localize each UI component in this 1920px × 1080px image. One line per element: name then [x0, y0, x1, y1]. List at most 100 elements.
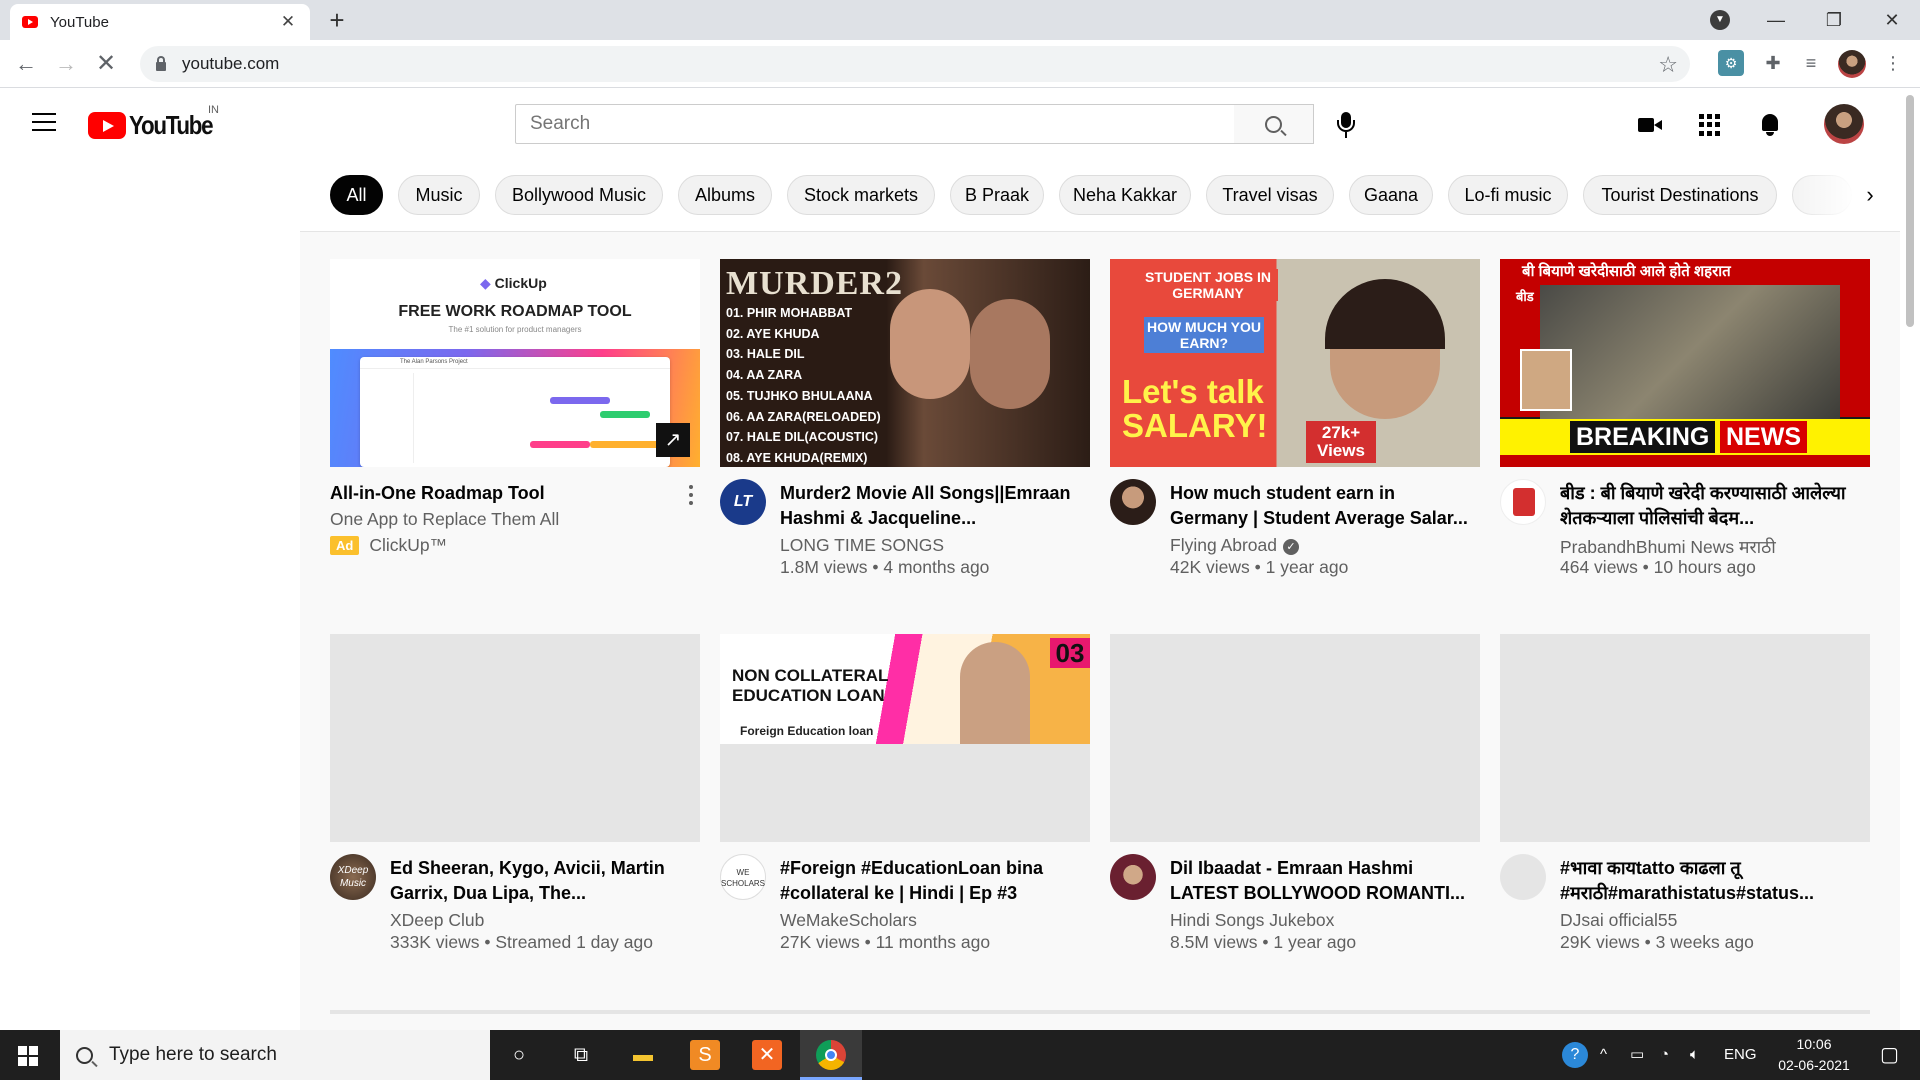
back-arrow-icon[interactable]: ← [12, 50, 40, 78]
battery-icon[interactable]: ▭ [1630, 1030, 1644, 1080]
video-thumbnail[interactable]: STUDENT JOBS IN GERMANY HOW MUCH YOU EAR… [1110, 259, 1480, 467]
chrome-taskbar-button[interactable] [800, 1030, 862, 1080]
bookmark-star-icon[interactable]: ☆ [1658, 52, 1678, 78]
windows-start-icon[interactable] [18, 1046, 38, 1066]
video-title[interactable]: बीड : बी बियाणे खरेदी करण्यासाठी आलेल्या… [1560, 481, 1860, 531]
media-control-icon[interactable]: ≡ [1798, 50, 1824, 76]
extensions-puzzle-icon[interactable]: ✚ [1760, 50, 1786, 76]
video-thumbnail-placeholder[interactable] [1500, 634, 1870, 842]
external-link-icon[interactable]: ↗ [656, 423, 690, 457]
forward-arrow-icon[interactable]: → [52, 50, 80, 78]
chip-b-praak[interactable]: B Praak [950, 175, 1044, 215]
channel-avatar[interactable]: WE SCHOLARS [720, 854, 766, 900]
video-card[interactable]: NON COLLATERAL EDUCATION LOAN Foreign Ed… [720, 634, 1090, 952]
video-thumbnail-placeholder[interactable] [330, 634, 700, 842]
lock-icon[interactable] [156, 55, 166, 71]
chip-stock-markets[interactable]: Stock markets [787, 175, 935, 215]
close-window-button[interactable]: ✕ [1864, 0, 1920, 40]
apps-grid-icon[interactable] [1696, 111, 1724, 139]
video-title[interactable]: #भावा कायtatto काढला तू #मराठी#marathist… [1560, 856, 1860, 906]
channel-name[interactable]: WeMakeScholars [780, 910, 917, 931]
chip-bollywood-music[interactable]: Bollywood Music [495, 175, 663, 215]
url-text[interactable]: youtube.com [182, 54, 279, 74]
youtube-logo[interactable]: YouTube IN [88, 104, 226, 141]
notifications-bell-icon[interactable] [1756, 111, 1784, 139]
ad-advertiser[interactable]: ClickUp™ [369, 535, 447, 556]
help-icon[interactable]: ? [1562, 1042, 1588, 1068]
clock[interactable]: 10:06 02-06-2021 [1764, 1034, 1864, 1076]
video-card[interactable]: Dil Ibaadat - Emraan Hashmi LATEST BOLLY… [1110, 634, 1480, 952]
video-title[interactable]: Murder2 Movie All Songs||Emraan Hashmi &… [780, 481, 1080, 531]
file-explorer-icon[interactable]: ▬ [628, 1040, 658, 1070]
channel-name[interactable]: Flying Abroad ✓ [1170, 535, 1300, 556]
scrollbar-track[interactable] [1900, 89, 1920, 1030]
xampp-icon[interactable]: ✕ [752, 1040, 782, 1070]
channel-name[interactable]: XDeep Club [390, 910, 484, 931]
channel-avatar[interactable] [1500, 479, 1546, 525]
scrollbar-thumb[interactable] [1906, 95, 1914, 327]
ad-thumbnail[interactable]: ◆ ClickUp FREE WORK ROADMAP TOOL The #1 … [330, 259, 700, 467]
language-indicator[interactable]: ENG [1724, 1030, 1757, 1080]
channel-avatar[interactable] [1500, 854, 1546, 900]
video-title[interactable]: How much student earn in Germany | Stude… [1170, 481, 1470, 531]
channel-avatar[interactable]: LT [720, 479, 766, 525]
channel-name[interactable]: DJsai official55 [1560, 910, 1677, 931]
browser-menu-icon[interactable]: ⋮ [1880, 50, 1906, 76]
chip-lofi-music[interactable]: Lo-fi music [1448, 175, 1568, 215]
search-button[interactable] [1234, 104, 1314, 144]
browser-tab[interactable]: YouTube ✕ [10, 4, 310, 40]
sublime-text-icon[interactable]: S [690, 1040, 720, 1070]
video-card[interactable]: MURDER2 01. PHIR MOHABBAT 02. AYE KHUDA 03… [720, 259, 1090, 577]
chip-albums[interactable]: Albums [678, 175, 772, 215]
chip-gaana[interactable]: Gaana [1349, 175, 1433, 215]
channel-avatar[interactable] [1110, 479, 1156, 525]
ad-title[interactable]: All-in-One Roadmap Tool [330, 481, 660, 506]
channel-avatar[interactable] [1110, 854, 1156, 900]
video-title[interactable]: Dil Ibaadat - Emraan Hashmi LATEST BOLLY… [1170, 856, 1470, 906]
video-thumbnail-placeholder[interactable] [1110, 634, 1480, 842]
cortana-icon[interactable]: ○ [504, 1040, 534, 1070]
channel-name[interactable]: Hindi Songs Jukebox [1170, 910, 1334, 931]
search-input[interactable] [530, 113, 1234, 135]
taskbar-search[interactable]: Type here to search [60, 1030, 490, 1080]
video-thumbnail[interactable]: NON COLLATERAL EDUCATION LOAN Foreign Ed… [720, 634, 1090, 842]
close-tab-icon[interactable]: ✕ [278, 12, 298, 32]
video-card[interactable]: बी बियाणे खरेदीसाठी आले होते शहरात बीड B… [1500, 259, 1870, 577]
channel-avatar[interactable]: XDeep Music [330, 854, 376, 900]
chip-neha-kakkar[interactable]: Neha Kakkar [1059, 175, 1191, 215]
taskbar-search-placeholder[interactable]: Type here to search [109, 1044, 277, 1066]
new-tab-button[interactable]: + [322, 6, 352, 36]
video-card[interactable]: #भावा कायtatto काढला तू #मराठी#marathist… [1500, 634, 1870, 952]
video-thumbnail[interactable]: बी बियाणे खरेदीसाठी आले होते शहरात बीड B… [1500, 259, 1870, 467]
video-card[interactable]: STUDENT JOBS IN GERMANY HOW MUCH YOU EAR… [1110, 259, 1480, 577]
account-avatar[interactable] [1824, 104, 1864, 144]
address-bar[interactable]: youtube.com ☆ [140, 46, 1690, 82]
video-thumbnail[interactable]: MURDER2 01. PHIR MOHABBAT 02. AYE KHUDA 03… [720, 259, 1090, 467]
restore-button[interactable]: ❐ [1806, 0, 1862, 40]
profile-avatar[interactable] [1838, 50, 1866, 78]
more-options-icon[interactable] [688, 485, 694, 507]
chip-travel-visas[interactable]: Travel visas [1206, 175, 1334, 215]
channel-name[interactable]: PrabandhBhumi News मराठी [1560, 535, 1776, 559]
chevron-up-icon[interactable]: ^ [1600, 1030, 1607, 1080]
stop-loading-icon[interactable]: ✕ [92, 50, 120, 78]
hamburger-menu-icon[interactable] [32, 113, 56, 131]
action-center-icon[interactable]: ▢ [1880, 1030, 1899, 1080]
minimize-button[interactable]: — [1748, 0, 1804, 40]
channel-name[interactable]: LONG TIME SONGS [780, 535, 944, 556]
volume-icon[interactable]: 🔈︎ [1690, 1030, 1699, 1080]
chevron-right-icon[interactable]: › [1855, 178, 1885, 212]
video-title[interactable]: Ed Sheeran, Kygo, Avicii, Martin Garrix,… [390, 856, 690, 906]
video-card[interactable]: XDeep Music Ed Sheeran, Kygo, Avicii, Ma… [330, 634, 700, 952]
ad-card[interactable]: ◆ ClickUp FREE WORK ROADMAP TOOL The #1 … [330, 259, 700, 559]
search-box[interactable] [515, 104, 1235, 144]
wifi-icon[interactable]: ◔ [1660, 1030, 1669, 1080]
extension-icon[interactable]: ⚙ [1718, 50, 1744, 76]
voice-search-mic-icon[interactable] [1334, 112, 1358, 140]
video-title[interactable]: #Foreign #EducationLoan bina #collateral… [780, 856, 1080, 906]
chip-tourist-destinations[interactable]: Tourist Destinations [1583, 175, 1777, 215]
chip-music[interactable]: Music [398, 175, 480, 215]
chip-all[interactable]: All [330, 175, 383, 215]
create-video-camera-icon[interactable] [1636, 111, 1664, 139]
tab-search-icon[interactable]: ▼ [1710, 10, 1730, 30]
